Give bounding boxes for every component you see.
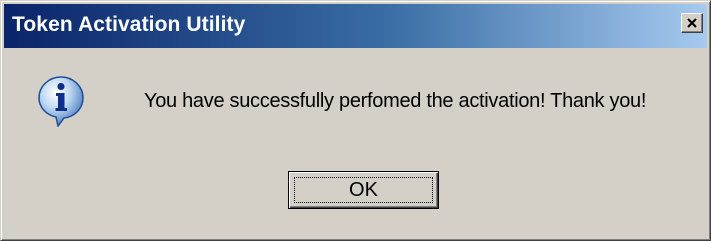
window-title: Token Activation Utility <box>12 13 246 36</box>
dialog-window: Token Activation Utility You have succes… <box>0 0 711 241</box>
message-text: You have successfully perfomed the activ… <box>144 90 647 112</box>
close-button[interactable] <box>681 13 703 33</box>
ok-button-label: OK <box>349 179 378 201</box>
title-bar[interactable]: Token Activation Utility <box>4 4 707 48</box>
close-icon <box>687 18 697 28</box>
ok-button[interactable]: OK <box>288 171 439 209</box>
information-icon <box>37 75 85 128</box>
